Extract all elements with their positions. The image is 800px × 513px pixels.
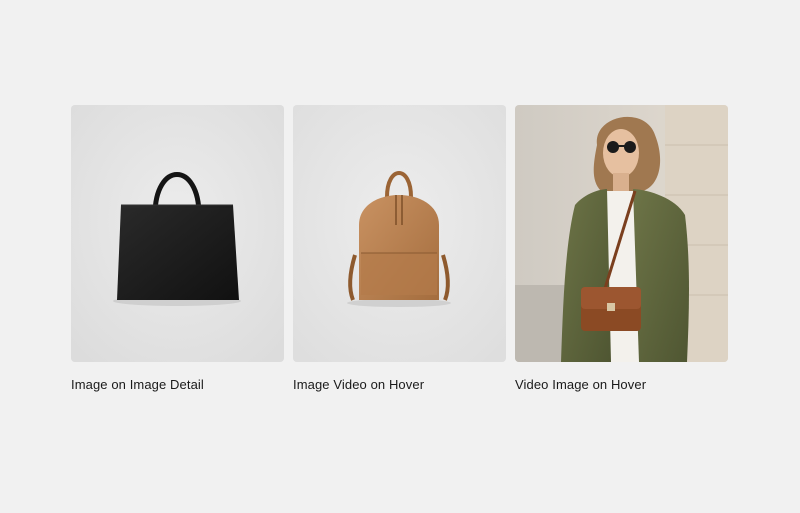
product-card-grid: Image on Image Detail Image Video on Hov… <box>71 105 728 392</box>
tan-backpack-illustration <box>293 105 506 362</box>
card-caption[interactable]: Image Video on Hover <box>293 377 506 392</box>
page: Image on Image Detail Image Video on Hov… <box>0 0 800 513</box>
card-caption[interactable]: Image on Image Detail <box>71 377 284 392</box>
black-handbag-image[interactable] <box>71 105 284 362</box>
card-image-on-image-detail[interactable]: Image on Image Detail <box>71 105 284 392</box>
tan-backpack-image[interactable] <box>293 105 506 362</box>
card-caption[interactable]: Video Image on Hover <box>515 377 728 392</box>
card-image-video-on-hover[interactable]: Image Video on Hover <box>293 105 506 392</box>
card-video-image-on-hover[interactable]: Video Image on Hover <box>515 105 728 392</box>
woman-with-bag-illustration <box>515 105 728 362</box>
woman-crossbody-bag-image[interactable] <box>515 105 728 362</box>
black-handbag-illustration <box>71 105 284 362</box>
